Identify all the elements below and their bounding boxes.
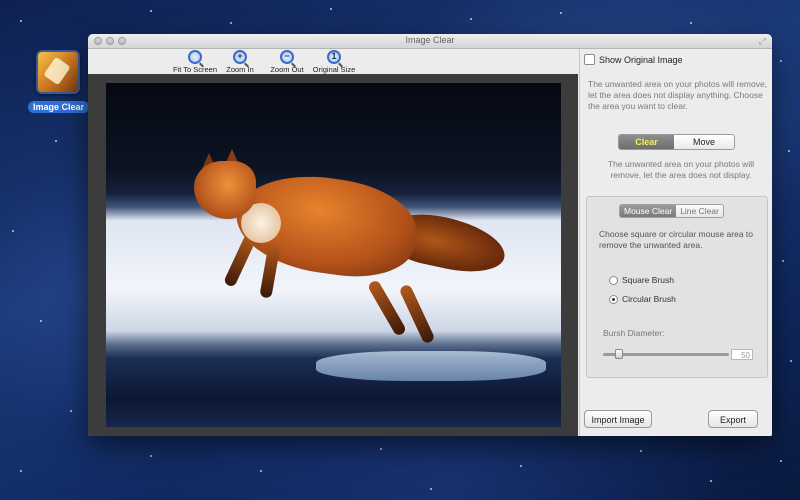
fox-leg xyxy=(398,283,436,345)
original-size-label: Original Size xyxy=(312,65,356,74)
window-title: Image Clear xyxy=(405,35,455,45)
app-window: Image Clear ⤢ Fit To Screen + Zoom In − … xyxy=(88,34,772,436)
square-brush-label: Square Brush xyxy=(622,275,674,285)
clear-type-description: Choose square or circular mouse area to … xyxy=(599,229,754,250)
desktop-app-icon-label: Image Clear xyxy=(28,101,90,113)
fox-head xyxy=(194,161,256,219)
ice-floe xyxy=(316,351,546,381)
show-original-checkbox[interactable]: Show Original Image xyxy=(584,54,683,65)
move-mode-tab[interactable]: Move xyxy=(674,135,734,149)
magnifier-fit-icon xyxy=(188,50,202,64)
mode-description: The unwanted area on your photos will re… xyxy=(607,159,754,180)
line-clear-tab[interactable]: Line Clear xyxy=(676,205,723,217)
square-brush-radio[interactable]: Square Brush xyxy=(609,275,674,285)
diameter-value-field[interactable]: 50 xyxy=(731,349,753,360)
export-button[interactable]: Export xyxy=(708,410,758,428)
clear-mode-tab[interactable]: Clear xyxy=(619,135,674,149)
fit-to-screen-label: Fit To Screen xyxy=(172,65,218,74)
zoom-out-icon: − xyxy=(280,50,294,64)
intro-text: The unwanted area on your photos will re… xyxy=(588,79,768,111)
magnifier-original-icon: 1 xyxy=(327,50,341,64)
fox-photo[interactable] xyxy=(106,83,561,427)
desktop-app-icon[interactable]: Image Clear xyxy=(28,48,90,115)
clear-type-segmented-control: Mouse Clear Line Clear xyxy=(619,204,724,218)
image-clear-app-icon xyxy=(36,50,80,94)
zoom-in-label: Zoom In xyxy=(226,65,254,74)
circular-brush-radio[interactable]: Circular Brush xyxy=(609,294,676,304)
checkbox-box[interactable] xyxy=(584,54,595,65)
settings-panel: Show Original Image The unwanted area on… xyxy=(579,49,772,436)
mode-segmented-control: Clear Move xyxy=(618,134,735,150)
radio-circle-selected[interactable] xyxy=(609,294,618,304)
fullscreen-icon[interactable]: ⤢ xyxy=(759,36,766,47)
mouse-clear-tab[interactable]: Mouse Clear xyxy=(620,205,677,217)
original-size-button[interactable]: 1 Original Size xyxy=(312,50,356,74)
image-canvas[interactable] xyxy=(88,74,578,436)
diameter-label: Bursh Diameter: xyxy=(603,328,665,338)
diameter-slider[interactable] xyxy=(603,349,729,359)
toolbar: Fit To Screen + Zoom In − Zoom Out 1 Ori… xyxy=(88,49,578,74)
circular-brush-label: Circular Brush xyxy=(622,294,676,304)
radio-circle[interactable] xyxy=(609,275,618,285)
import-image-button[interactable]: Import Image xyxy=(584,410,652,428)
zoom-out-button[interactable]: − Zoom Out xyxy=(268,50,306,74)
zoom-in-icon: + xyxy=(233,50,247,64)
show-original-label: Show Original Image xyxy=(599,54,683,65)
zoom-in-button[interactable]: + Zoom In xyxy=(222,50,258,74)
slider-thumb[interactable] xyxy=(614,349,623,359)
zoom-out-label: Zoom Out xyxy=(270,65,304,74)
mouse-clear-group: Mouse Clear Line Clear Choose square or … xyxy=(586,196,768,378)
title-bar[interactable]: Image Clear ⤢ xyxy=(88,34,772,49)
fit-to-screen-button[interactable]: Fit To Screen xyxy=(172,50,218,74)
